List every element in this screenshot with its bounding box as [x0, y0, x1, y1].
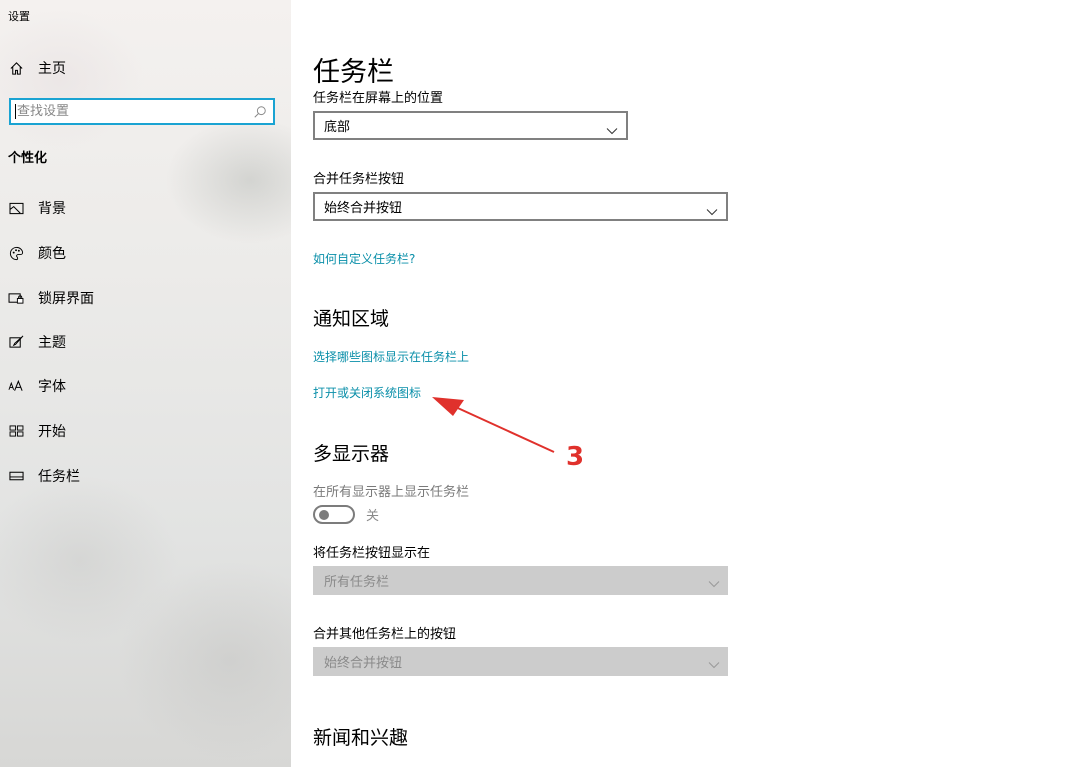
sidebar-item-label: 颜色 — [38, 246, 66, 262]
combine-dropdown[interactable]: 始终合并按钮 — [313, 192, 728, 221]
chevron-down-icon — [708, 573, 720, 592]
taskbar-icon — [8, 468, 24, 484]
buttons-on-value: 所有任务栏 — [324, 575, 390, 590]
settings-window: 设置 主页 个性化 背景 颜色 — [0, 0, 1080, 767]
customize-taskbar-link[interactable]: 如何自定义任务栏? — [313, 250, 415, 267]
sidebar-item-label: 字体 — [38, 379, 66, 395]
text-caret — [15, 104, 16, 119]
sidebar-item-label: 主题 — [38, 335, 66, 351]
sidebar: 设置 主页 个性化 背景 颜色 — [0, 0, 291, 767]
search-input[interactable] — [17, 104, 237, 119]
select-icons-link[interactable]: 选择哪些图标显示在任务栏上 — [313, 348, 469, 365]
search-box[interactable] — [9, 98, 275, 125]
sidebar-item-label: 主页 — [38, 61, 66, 77]
sidebar-item-lockscreen[interactable]: 锁屏界面 — [0, 283, 291, 313]
sidebar-item-label: 锁屏界面 — [38, 291, 94, 307]
buttons-on-dropdown[interactable]: 所有任务栏 — [313, 566, 728, 595]
sidebar-item-label: 任务栏 — [38, 469, 80, 485]
sidebar-item-start[interactable]: 开始 — [0, 416, 291, 446]
combine-label: 合并任务栏按钮 — [313, 172, 405, 187]
sidebar-item-fonts[interactable]: 字体 — [0, 371, 291, 401]
sidebar-item-background[interactable]: 背景 — [0, 193, 291, 223]
combine-other-label: 合并其他任务栏上的按钮 — [313, 627, 457, 642]
buttons-on-label: 将任务栏按钮显示在 — [313, 546, 431, 561]
main-content: 任务栏 任务栏在屏幕上的位置 底部 合并任务栏按钮 始终合并按钮 如何自定义任务… — [291, 0, 1080, 767]
toggle-knob — [319, 510, 329, 520]
chevron-down-icon — [708, 654, 720, 673]
annotation-number: 3 — [566, 442, 585, 472]
combine-other-value: 始终合并按钮 — [324, 656, 403, 671]
lockscreen-icon — [8, 290, 24, 306]
search-icon[interactable] — [253, 104, 267, 123]
sidebar-item-colors[interactable]: 颜色 — [0, 238, 291, 268]
sidebar-item-label: 开始 — [38, 424, 66, 440]
theme-brush-icon — [8, 334, 24, 350]
toggle-state-label: 关 — [366, 509, 380, 524]
chevron-down-icon — [706, 201, 718, 220]
picture-icon — [8, 200, 24, 216]
system-icons-link[interactable]: 打开或关闭系统图标 — [313, 384, 421, 401]
position-value: 底部 — [324, 120, 351, 135]
multi-display-heading: 多显示器 — [313, 443, 390, 465]
position-label: 任务栏在屏幕上的位置 — [313, 91, 444, 106]
combine-value: 始终合并按钮 — [324, 201, 403, 216]
sidebar-item-home[interactable]: 主页 — [0, 53, 291, 83]
window-title: 设置 — [8, 10, 30, 23]
start-grid-icon — [8, 423, 24, 439]
combine-other-dropdown[interactable]: 始终合并按钮 — [313, 647, 728, 676]
page-title: 任务栏 — [313, 57, 394, 88]
sidebar-item-themes[interactable]: 主题 — [0, 327, 291, 357]
show-on-all-toggle[interactable] — [313, 505, 355, 524]
sidebar-item-label: 背景 — [38, 201, 66, 217]
palette-icon — [8, 245, 24, 261]
show-on-all-label: 在所有显示器上显示任务栏 — [313, 485, 470, 500]
show-on-all-toggle-row: 关 — [313, 505, 379, 524]
notification-area-heading: 通知区域 — [313, 308, 390, 330]
chevron-down-icon — [606, 120, 618, 139]
news-interests-heading: 新闻和兴趣 — [313, 727, 409, 749]
sidebar-item-taskbar[interactable]: 任务栏 — [0, 461, 291, 491]
position-dropdown[interactable]: 底部 — [313, 111, 628, 140]
font-icon — [8, 378, 24, 394]
section-heading: 个性化 — [8, 151, 48, 166]
home-icon — [8, 60, 24, 76]
